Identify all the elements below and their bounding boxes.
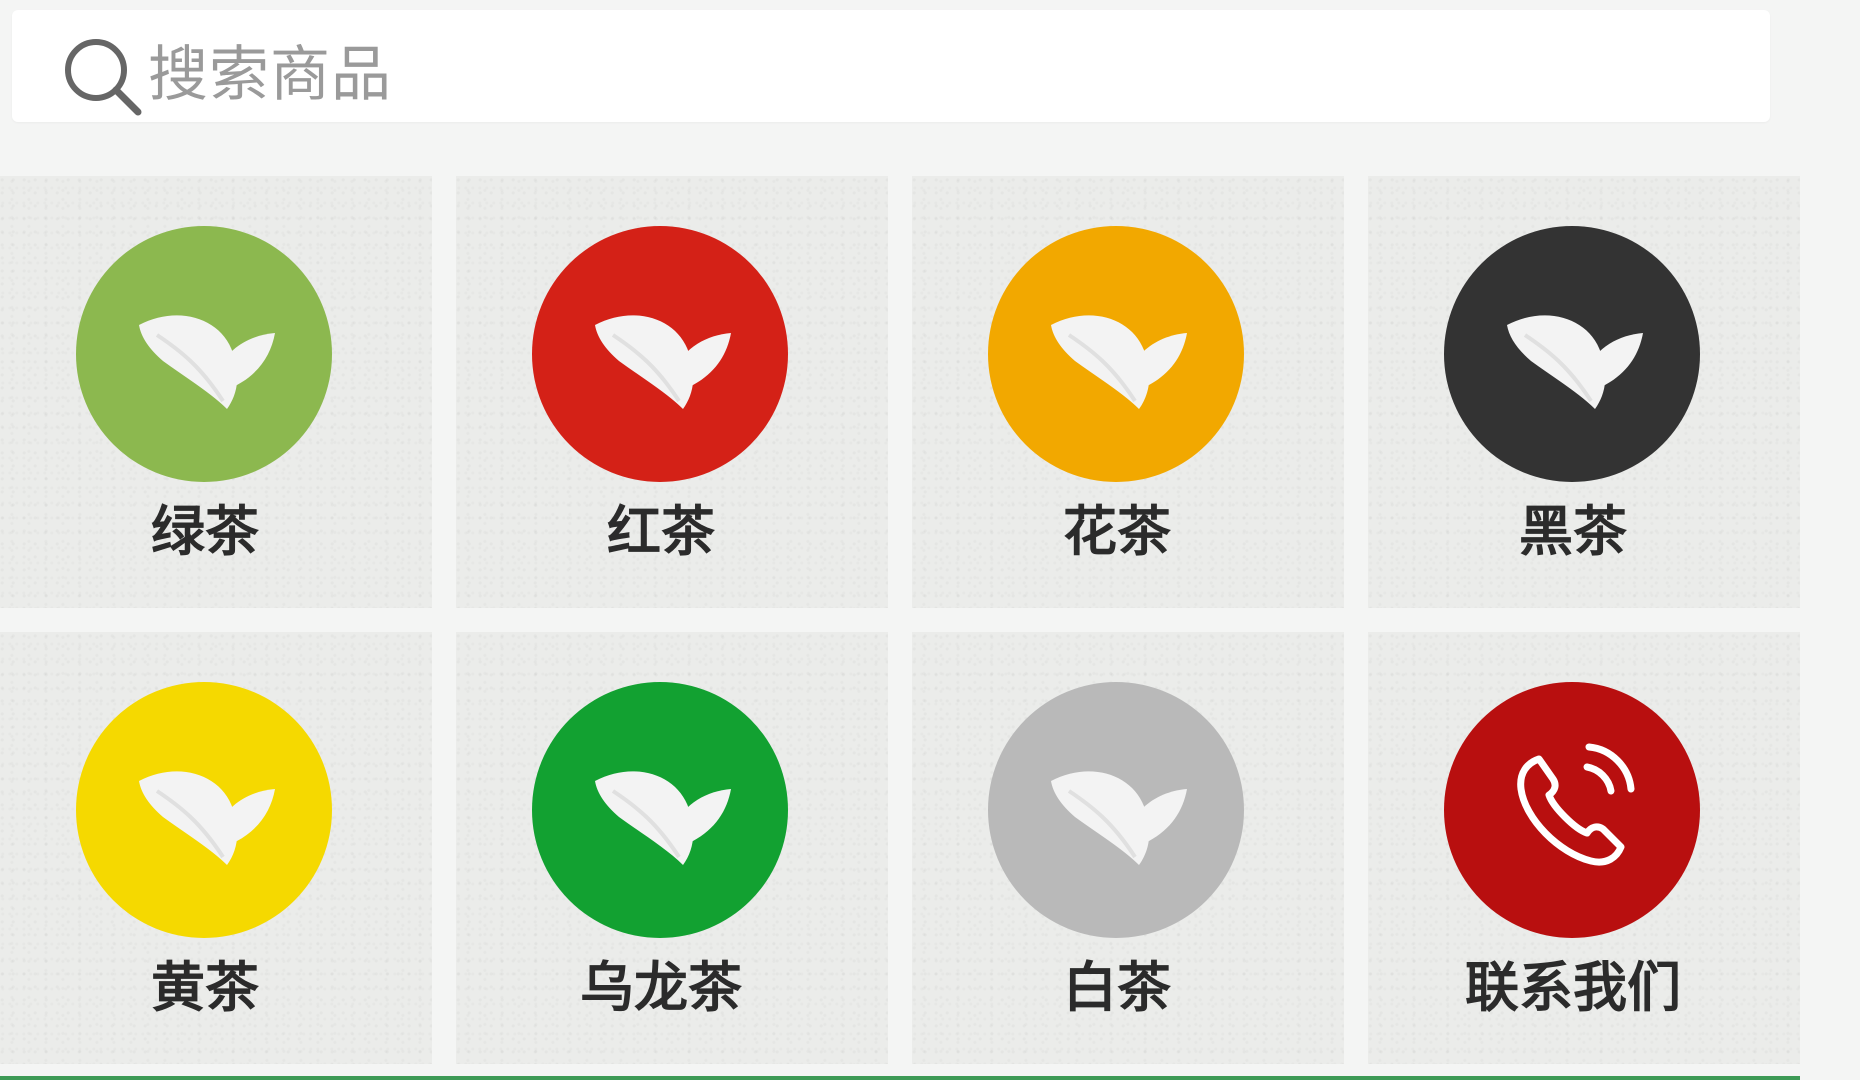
dark-tea-circle [1444,226,1700,482]
black-tea-circle [532,226,788,482]
leaf-icon [1051,315,1187,409]
category-grid: 绿茶 红茶 花茶 黑茶 黄茶 乌龙茶 白茶 联系我们 [0,176,1800,1080]
leaf-icon [595,315,731,409]
leaf-icon [139,315,275,409]
category-label: 黄茶 [151,956,259,1019]
leaf-icon [595,771,731,865]
category-label: 白茶 [1063,956,1171,1019]
category-tile-yellow-tea[interactable]: 黄茶 [0,632,432,1064]
white-tea-circle [988,682,1244,938]
category-label: 红茶 [607,500,715,563]
category-tile-contact-us[interactable]: 联系我们 [1368,632,1800,1064]
category-tile-black-tea[interactable]: 红茶 [456,176,888,608]
category-label: 绿茶 [151,500,259,563]
category-tile-flower-tea[interactable]: 花茶 [912,176,1344,608]
search-placeholder: 搜索商品 [148,40,392,110]
category-tile-green-tea[interactable]: 绿茶 [0,176,432,608]
category-label: 乌龙茶 [580,956,742,1019]
bottom-accent-line [0,1076,1800,1080]
category-tile-white-tea[interactable]: 白茶 [912,632,1344,1064]
category-label: 花茶 [1063,500,1171,563]
search-bar[interactable]: 搜索商品 [12,10,1770,122]
category-label: 联系我们 [1465,956,1681,1019]
category-tile-oolong-tea[interactable]: 乌龙茶 [456,632,888,1064]
leaf-icon [139,771,275,865]
contact-us-circle [1444,682,1700,938]
leaf-icon [1507,315,1643,409]
category-label: 黑茶 [1519,500,1627,563]
phone-icon [1517,743,1635,866]
category-tile-dark-tea[interactable]: 黑茶 [1368,176,1800,608]
oolong-tea-circle [532,682,788,938]
leaf-icon [1051,771,1187,865]
flower-tea-circle [988,226,1244,482]
green-tea-circle [76,226,332,482]
search-icon [65,39,142,116]
yellow-tea-circle [76,682,332,938]
